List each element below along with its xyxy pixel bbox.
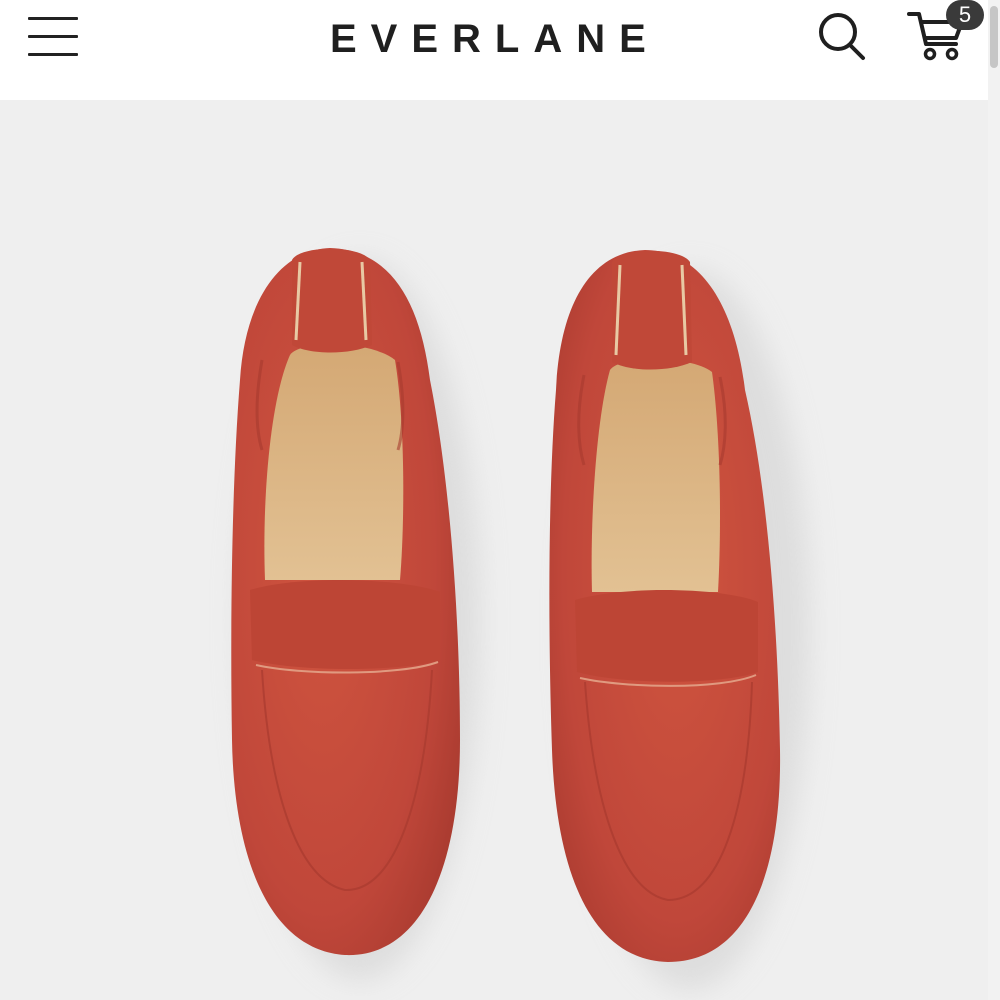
search-icon[interactable]	[814, 8, 868, 62]
product-image[interactable]	[0, 100, 988, 1000]
page-scrollbar[interactable]	[988, 0, 1000, 1000]
hamburger-menu-icon[interactable]	[28, 14, 80, 60]
brand-logo[interactable]: EVERLANE	[330, 14, 680, 64]
left-loafer	[231, 248, 460, 956]
cart-count-badge[interactable]: 5	[946, 0, 984, 30]
top-nav-bar: EVERLANE 5	[0, 0, 1000, 100]
scrollbar-thumb[interactable]	[990, 6, 998, 68]
